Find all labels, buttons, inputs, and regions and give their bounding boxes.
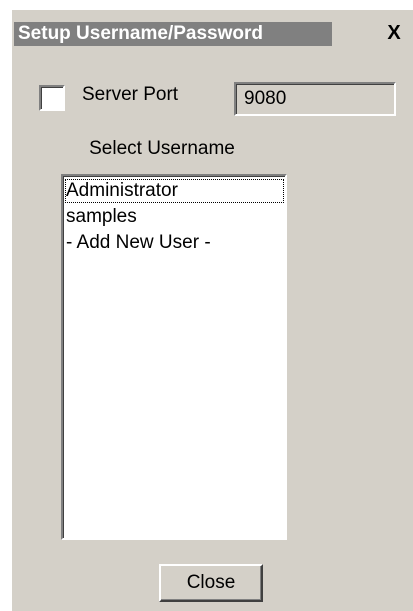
- title-bar: Setup Username/Password X: [12, 18, 413, 48]
- window-title: Setup Username/Password: [14, 22, 332, 46]
- server-port-field[interactable]: 9080: [234, 82, 396, 116]
- server-port-checkbox[interactable]: [39, 85, 65, 111]
- close-button[interactable]: Close: [159, 564, 263, 602]
- list-item-add-new-user[interactable]: - Add New User -: [65, 231, 211, 255]
- username-listbox[interactable]: Administrator samples - Add New User -: [61, 174, 287, 540]
- setup-dialog: Setup Username/Password X Server Port 90…: [12, 10, 413, 611]
- server-port-label: Server Port: [82, 84, 179, 105]
- list-item-administrator[interactable]: Administrator: [65, 179, 284, 203]
- select-username-label: Select Username: [89, 138, 235, 159]
- list-item-samples[interactable]: samples: [65, 205, 137, 229]
- close-icon[interactable]: X: [382, 22, 406, 46]
